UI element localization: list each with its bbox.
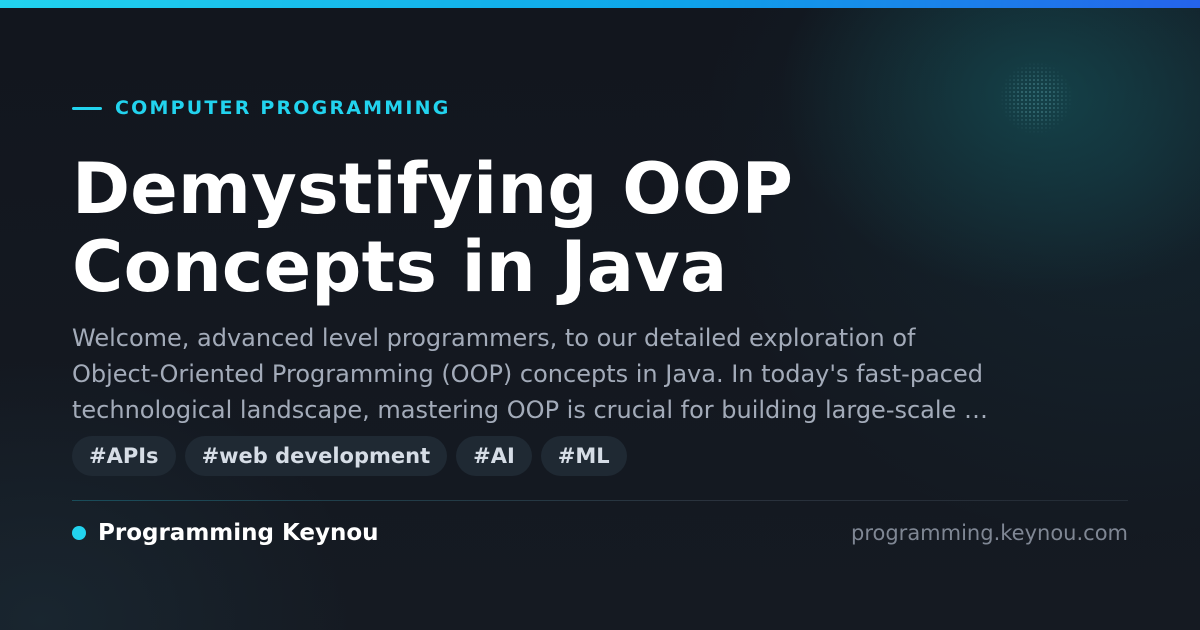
category-label: COMPUTER PROGRAMMING — [72, 96, 451, 120]
tag-apis: #APIs — [72, 436, 176, 476]
category-text: COMPUTER PROGRAMMING — [115, 97, 451, 119]
category-accent-line — [72, 106, 102, 110]
brand-name: Programming Keynou — [98, 520, 379, 546]
title-line-2: Concepts in Java — [72, 226, 728, 308]
article-description: Welcome, advanced level programmers, to … — [72, 320, 1082, 428]
description-line-2: Object-Oriented Programming (OOP) concep… — [72, 360, 983, 388]
top-accent-bar — [0, 0, 1200, 8]
tag-web-development: #web development — [184, 436, 448, 476]
article-title: Demystifying OOP Concepts in Java — [72, 150, 1072, 306]
tag-list: #APIs #web development #AI #ML — [72, 436, 627, 476]
tag-ai: #AI — [456, 436, 532, 476]
site-domain: programming.keynou.com — [851, 521, 1128, 545]
brand-dot-icon — [72, 526, 86, 540]
description-line-3: technological landscape, mastering OOP i… — [72, 396, 988, 424]
title-line-1: Demystifying OOP — [72, 148, 794, 230]
social-card: COMPUTER PROGRAMMING Demystifying OOP Co… — [0, 0, 1200, 630]
brand: Programming Keynou — [72, 518, 379, 548]
description-line-1: Welcome, advanced level programmers, to … — [72, 324, 916, 352]
footer-divider — [72, 500, 1128, 501]
tag-ml: #ML — [540, 436, 627, 476]
dot-pattern-decoration — [1000, 62, 1072, 134]
